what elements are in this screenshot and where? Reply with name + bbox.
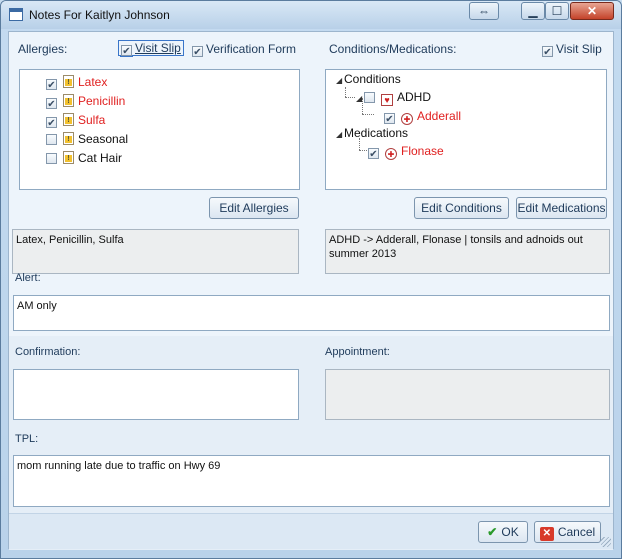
checkbox-icon (192, 46, 203, 57)
notes-form: Allergies: Visit Slip Verification Form … (8, 31, 614, 550)
close-button[interactable]: ✕ (570, 2, 614, 20)
appointment-field (325, 369, 610, 420)
allergy-name: Latex (78, 75, 108, 89)
minimize-icon: ▁ (528, 4, 538, 18)
conditions-medications-label: Conditions/Medications: (329, 42, 457, 56)
allergy-document-icon (63, 94, 74, 107)
checkbox-icon[interactable] (46, 153, 57, 164)
ok-button[interactable]: ✔ OK (478, 521, 528, 543)
checkbox-icon[interactable] (364, 92, 375, 103)
tree-node-conditions[interactable]: ◢ Conditions (336, 70, 401, 88)
restore-button[interactable]: ⇔ (469, 2, 499, 20)
conditions-visit-slip-label: Visit Slip (556, 42, 602, 56)
allergies-summary: Latex, Penicillin, Sulfa (12, 229, 299, 274)
tree-node-label: Flonase (401, 144, 444, 158)
tree-node-adderall[interactable]: ✚Adderall (384, 107, 461, 125)
alert-label: Alert: (15, 272, 41, 284)
list-item[interactable]: Cat Hair (46, 149, 122, 167)
conditions-visit-slip-checkbox[interactable]: Visit Slip (542, 42, 602, 57)
allergy-document-icon (63, 151, 74, 164)
list-item[interactable]: Sulfa (46, 111, 105, 129)
minimize-button[interactable]: ▁ (521, 2, 545, 20)
checkbox-icon[interactable] (368, 148, 379, 159)
tree-node-label: ADHD (397, 90, 432, 104)
tree-node-flonase[interactable]: ✚ Flonase (368, 142, 444, 160)
allergy-name: Penicillin (78, 94, 126, 108)
tpl-value: mom running late due to traffic on Hwy 6… (17, 460, 221, 472)
title-bar[interactable]: Notes For Kaitlyn Johnson ⇔ ▁ ☐ ✕ (1, 1, 621, 29)
resize-grip[interactable] (601, 537, 611, 547)
expand-triangle-icon[interactable]: ◢ (336, 126, 344, 144)
confirmation-field[interactable] (13, 369, 299, 420)
notes-window: Notes For Kaitlyn Johnson ⇔ ▁ ☐ ✕ Allerg… (0, 0, 622, 559)
conditions-summary-text: ADHD -> Adderall, Flonase | tonsils and … (329, 234, 583, 260)
edit-medications-button[interactable]: Edit Medications (516, 197, 607, 219)
cancel-label: Cancel (557, 525, 596, 539)
checkbox-icon[interactable] (46, 98, 57, 109)
conditions-medications-tree[interactable]: ◢Conditions ◢♥ADHD ✚Adderall ◢Medication… (325, 69, 607, 190)
tree-node-label: Adderall (417, 109, 462, 123)
tree-line (362, 114, 374, 115)
verification-form-label: Verification Form (206, 42, 297, 56)
allergy-document-icon (63, 75, 74, 88)
allergy-document-icon (63, 113, 74, 126)
checkbox-icon (121, 45, 132, 56)
allergy-name: Cat Hair (78, 151, 123, 165)
alert-value: AM only (17, 300, 57, 312)
pill-icon: ✚ (385, 148, 397, 160)
tpl-field[interactable]: mom running late due to traffic on Hwy 6… (13, 455, 610, 507)
checkmark-icon: ✔ (487, 525, 498, 539)
tpl-label: TPL: (15, 433, 39, 445)
allergy-document-icon (63, 132, 74, 145)
tree-line (345, 87, 346, 97)
restore-icon: ⇔ (478, 4, 490, 18)
ok-label: OK (501, 525, 519, 539)
tree-node-medications[interactable]: ◢ Medications (336, 124, 408, 142)
checkbox-icon[interactable] (46, 79, 57, 90)
allergies-summary-text: Latex, Penicillin, Sulfa (16, 234, 124, 246)
expand-triangle-icon[interactable]: ◢ (336, 72, 344, 90)
alert-field[interactable]: AM only (13, 295, 610, 331)
verification-form-checkbox[interactable]: Verification Form (192, 42, 296, 57)
allergies-visit-slip-focus: Visit Slip (118, 40, 184, 56)
window-icon (9, 8, 23, 21)
maximize-button[interactable]: ☐ (545, 2, 569, 20)
allergies-visit-slip-checkbox[interactable]: Visit Slip (118, 40, 184, 56)
checkbox-icon[interactable] (46, 117, 57, 128)
tree-node-label: Medications (344, 126, 409, 140)
allergy-name: Seasonal (78, 132, 129, 146)
cancel-button[interactable]: ✕ Cancel (534, 521, 601, 543)
tree-line (345, 97, 355, 98)
tree-node-label: Conditions (344, 72, 401, 86)
appointment-label: Appointment: (325, 346, 390, 358)
list-item[interactable]: Latex (46, 73, 107, 91)
cancel-x-icon: ✕ (539, 527, 554, 541)
allergies-list[interactable]: Latex Penicillin Sulfa Seasonal Cat Hair (19, 69, 300, 190)
close-icon: ✕ (586, 4, 598, 18)
allergy-name: Sulfa (78, 113, 106, 127)
checkbox-icon[interactable] (46, 134, 57, 145)
allergies-visit-slip-label: Visit Slip (135, 41, 181, 55)
edit-allergies-button[interactable]: Edit Allergies (209, 197, 299, 219)
list-item[interactable]: Penicillin (46, 92, 125, 110)
checkbox-icon (542, 46, 553, 57)
edit-conditions-button[interactable]: Edit Conditions (414, 197, 509, 219)
expand-triangle-icon[interactable]: ◢ (356, 90, 364, 108)
checkbox-icon[interactable] (384, 113, 395, 124)
dialog-footer: ✔ OK ✕ Cancel (9, 513, 613, 549)
confirmation-label: Confirmation: (15, 346, 81, 358)
conditions-summary: ADHD -> Adderall, Flonase | tonsils and … (325, 229, 610, 274)
heart-icon: ♥ (381, 94, 393, 106)
maximize-icon: ☐ (551, 4, 563, 18)
window-title: Notes For Kaitlyn Johnson (29, 8, 170, 22)
allergies-label: Allergies: (18, 42, 68, 56)
list-item[interactable]: Seasonal (46, 130, 128, 148)
tree-node-adhd[interactable]: ◢ ♥ ADHD (356, 88, 431, 106)
